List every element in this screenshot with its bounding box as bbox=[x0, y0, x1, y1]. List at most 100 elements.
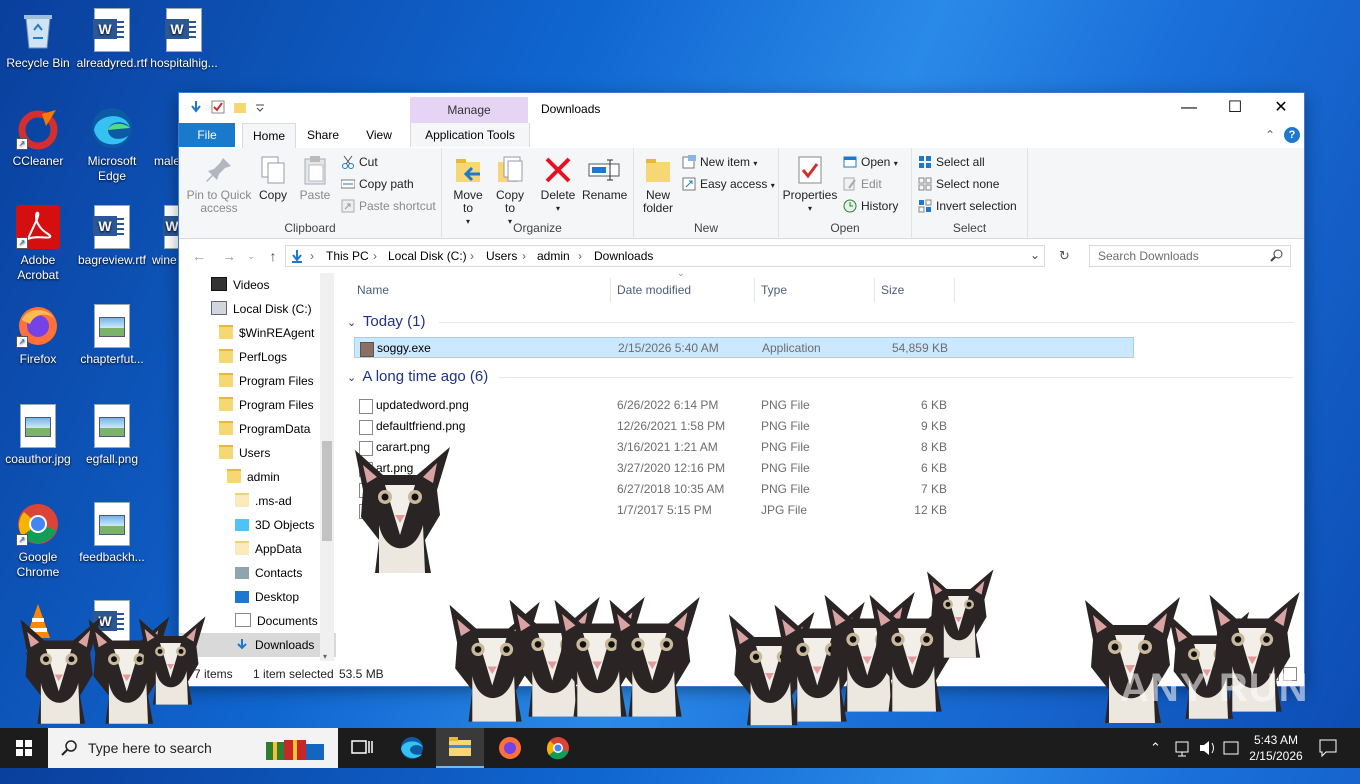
file-row[interactable]: carart.png 3/16/2021 1:21 AM PNG File 8 KB bbox=[354, 437, 1134, 458]
minimize-button[interactable]: — bbox=[1166, 93, 1212, 123]
nav-item[interactable]: 3D Objects bbox=[179, 513, 314, 537]
nav-item[interactable]: Users bbox=[179, 441, 270, 465]
desktop-icon-alreadyred[interactable]: W alreadyred.rtf bbox=[74, 8, 150, 71]
edit-button[interactable]: Edit bbox=[843, 174, 882, 194]
refresh-icon[interactable]: ↻ bbox=[1059, 248, 1070, 264]
new-item-button[interactable]: New item ▾ bbox=[682, 152, 757, 172]
properties-check-icon[interactable] bbox=[211, 100, 225, 114]
desktop-icon-egfall[interactable]: egfall.png bbox=[74, 404, 150, 467]
forward-button[interactable]: → bbox=[219, 248, 239, 264]
new-folder-button[interactable]: New folder bbox=[638, 154, 678, 215]
tab-file[interactable]: File bbox=[179, 123, 235, 147]
scrollbar-thumb[interactable] bbox=[322, 441, 332, 541]
maximize-button[interactable]: ☐ bbox=[1212, 93, 1258, 123]
column-name[interactable]: Name bbox=[351, 278, 611, 302]
file-row[interactable]: e.jpg1/7/2017 5:15 PMJPG File12 KB bbox=[354, 500, 1134, 521]
breadcrumb-this-pc[interactable]: This PC bbox=[326, 249, 369, 263]
title-bar[interactable]: Manage Downloads — ☐ ✕ bbox=[179, 93, 1304, 123]
nav-scrollbar[interactable]: ▾ bbox=[320, 273, 334, 661]
nav-item[interactable]: AppData bbox=[179, 537, 302, 561]
nav-item[interactable]: Videos bbox=[179, 273, 269, 297]
desktop-icon-coauthor[interactable]: coauthor.jpg bbox=[0, 404, 76, 467]
collapse-ribbon-icon[interactable]: ⌃ bbox=[1265, 128, 1275, 142]
group-header[interactable]: ⌄ A long time ago (6) bbox=[347, 366, 488, 388]
taskbar-edge-button[interactable] bbox=[388, 728, 436, 768]
file-row[interactable]: art.png 3/27/2020 12:16 PM PNG File 6 KB bbox=[354, 458, 1134, 479]
file-row[interactable]: defaultfriend.png 12/26/2021 1:58 PM PNG F… bbox=[354, 416, 1134, 437]
rename-button[interactable]: Rename bbox=[582, 154, 627, 202]
keyboard-icon[interactable] bbox=[1222, 728, 1240, 768]
nav-item[interactable]: Desktop bbox=[179, 585, 299, 609]
notifications-icon[interactable] bbox=[1318, 728, 1338, 768]
copy-to-button[interactable]: Copy to ▾ bbox=[490, 154, 530, 228]
down-arrow-icon[interactable] bbox=[189, 100, 203, 114]
copy-path-button[interactable]: Copy path bbox=[340, 174, 414, 194]
paste-button[interactable]: Paste bbox=[297, 154, 333, 202]
column-type[interactable]: Type bbox=[755, 278, 875, 302]
move-to-button[interactable]: Move to ▾ bbox=[448, 154, 488, 228]
up-button[interactable]: ↑ bbox=[263, 248, 283, 264]
new-folder-icon[interactable] bbox=[233, 100, 247, 114]
breadcrumb-downloads[interactable]: Downloads bbox=[594, 249, 653, 263]
back-button[interactable]: ← bbox=[189, 248, 209, 264]
start-button[interactable] bbox=[0, 728, 48, 768]
nav-item[interactable]: .ms-ad bbox=[179, 489, 292, 513]
volume-icon[interactable] bbox=[1198, 728, 1218, 768]
scroll-down-icon[interactable]: ▾ bbox=[323, 652, 327, 661]
paste-shortcut-button[interactable]: Paste shortcut bbox=[341, 196, 436, 216]
desktop-icon-firefox[interactable]: ↗ Firefox bbox=[0, 304, 76, 367]
taskbar-search-input[interactable]: Type here to search bbox=[48, 728, 338, 768]
desktop-icon-microsoft-edge[interactable]: Microsoft Edge bbox=[74, 106, 150, 184]
select-none-button[interactable]: Select none bbox=[918, 174, 999, 194]
address-dropdown-icon[interactable]: ⌄ bbox=[1030, 248, 1040, 262]
desktop-icon-hospitalhig[interactable]: W hospitalhig... bbox=[146, 8, 222, 71]
address-bar[interactable]: › This PC › Local Disk (C:) › Users › ad… bbox=[285, 245, 1045, 267]
manage-contextual-tab[interactable]: Manage bbox=[410, 97, 528, 123]
desktop-icon-google-chrome[interactable]: ↗ Google Chrome bbox=[0, 502, 76, 580]
show-hidden-icons[interactable]: ⌃ bbox=[1150, 728, 1161, 768]
properties-button[interactable]: Properties ▾ bbox=[781, 154, 839, 215]
clock[interactable]: 5:43 AM 2/15/2026 bbox=[1246, 732, 1306, 764]
desktop-icon-chapterfut[interactable]: chapterfut... bbox=[74, 304, 150, 367]
recent-locations-button[interactable]: ⌄ bbox=[241, 248, 261, 264]
breadcrumb-local-disk[interactable]: Local Disk (C:) bbox=[388, 249, 467, 263]
column-size[interactable]: Size bbox=[875, 278, 955, 302]
task-view-button[interactable] bbox=[338, 728, 386, 768]
taskbar-firefox-button[interactable] bbox=[486, 728, 534, 768]
group-header[interactable]: ⌄ Today (1) bbox=[347, 311, 425, 333]
file-row[interactable]: soggy.exe 2/15/2026 5:40 AM Application 54,… bbox=[354, 337, 1134, 358]
desktop-icon-bagreview[interactable]: W bagreview.rtf bbox=[74, 205, 150, 268]
nav-item[interactable]: PerfLogs bbox=[179, 345, 287, 369]
column-date-modified[interactable]: Date modified bbox=[611, 278, 755, 302]
easy-access-button[interactable]: Easy access ▾ bbox=[682, 174, 775, 194]
desktop-icon-male[interactable]: male bbox=[146, 106, 180, 169]
close-button[interactable]: ✕ bbox=[1258, 93, 1304, 123]
nav-item[interactable]: Program Files bbox=[179, 369, 314, 393]
nav-item[interactable]: Program Files bbox=[179, 393, 314, 417]
copy-button[interactable]: Copy bbox=[255, 154, 291, 202]
tab-share[interactable]: Share bbox=[299, 123, 347, 147]
pin-quick-access-button[interactable]: Pin to Quick access bbox=[185, 154, 253, 215]
taskbar-chrome-button[interactable] bbox=[534, 728, 582, 768]
nav-item[interactable]: Contacts bbox=[179, 561, 302, 585]
help-icon[interactable]: ? bbox=[1284, 127, 1300, 143]
desktop-icon-ccleaner[interactable]: ↗ CCleaner bbox=[0, 106, 76, 169]
desktop-icon-feedbackh[interactable]: feedbackh... bbox=[74, 502, 150, 565]
nav-item[interactable]: Local Disk (C:) bbox=[179, 297, 312, 321]
select-all-button[interactable]: Select all bbox=[918, 152, 985, 172]
history-button[interactable]: History bbox=[843, 196, 898, 216]
open-button[interactable]: Open ▾ bbox=[843, 152, 898, 172]
desktop-icon-wine[interactable]: W wine bbox=[146, 205, 180, 268]
tab-application-tools[interactable]: Application Tools bbox=[410, 123, 530, 147]
breadcrumb-admin[interactable]: admin bbox=[537, 249, 570, 263]
desktop-icon-adobe-acrobat[interactable]: ↗ Adobe Acrobat bbox=[0, 205, 76, 283]
network-icon[interactable] bbox=[1174, 728, 1192, 768]
desktop-icon-recycle-bin[interactable]: Recycle Bin bbox=[0, 8, 76, 71]
tab-view[interactable]: View bbox=[355, 123, 403, 147]
nav-item[interactable]: $WinREAgent bbox=[179, 321, 314, 345]
taskbar-explorer-button[interactable] bbox=[436, 728, 484, 768]
cut-button[interactable]: Cut bbox=[341, 152, 378, 172]
customize-toolbar-icon[interactable] bbox=[255, 100, 265, 114]
search-input[interactable]: Search Downloads bbox=[1089, 245, 1291, 267]
breadcrumb-users[interactable]: Users bbox=[486, 249, 517, 263]
